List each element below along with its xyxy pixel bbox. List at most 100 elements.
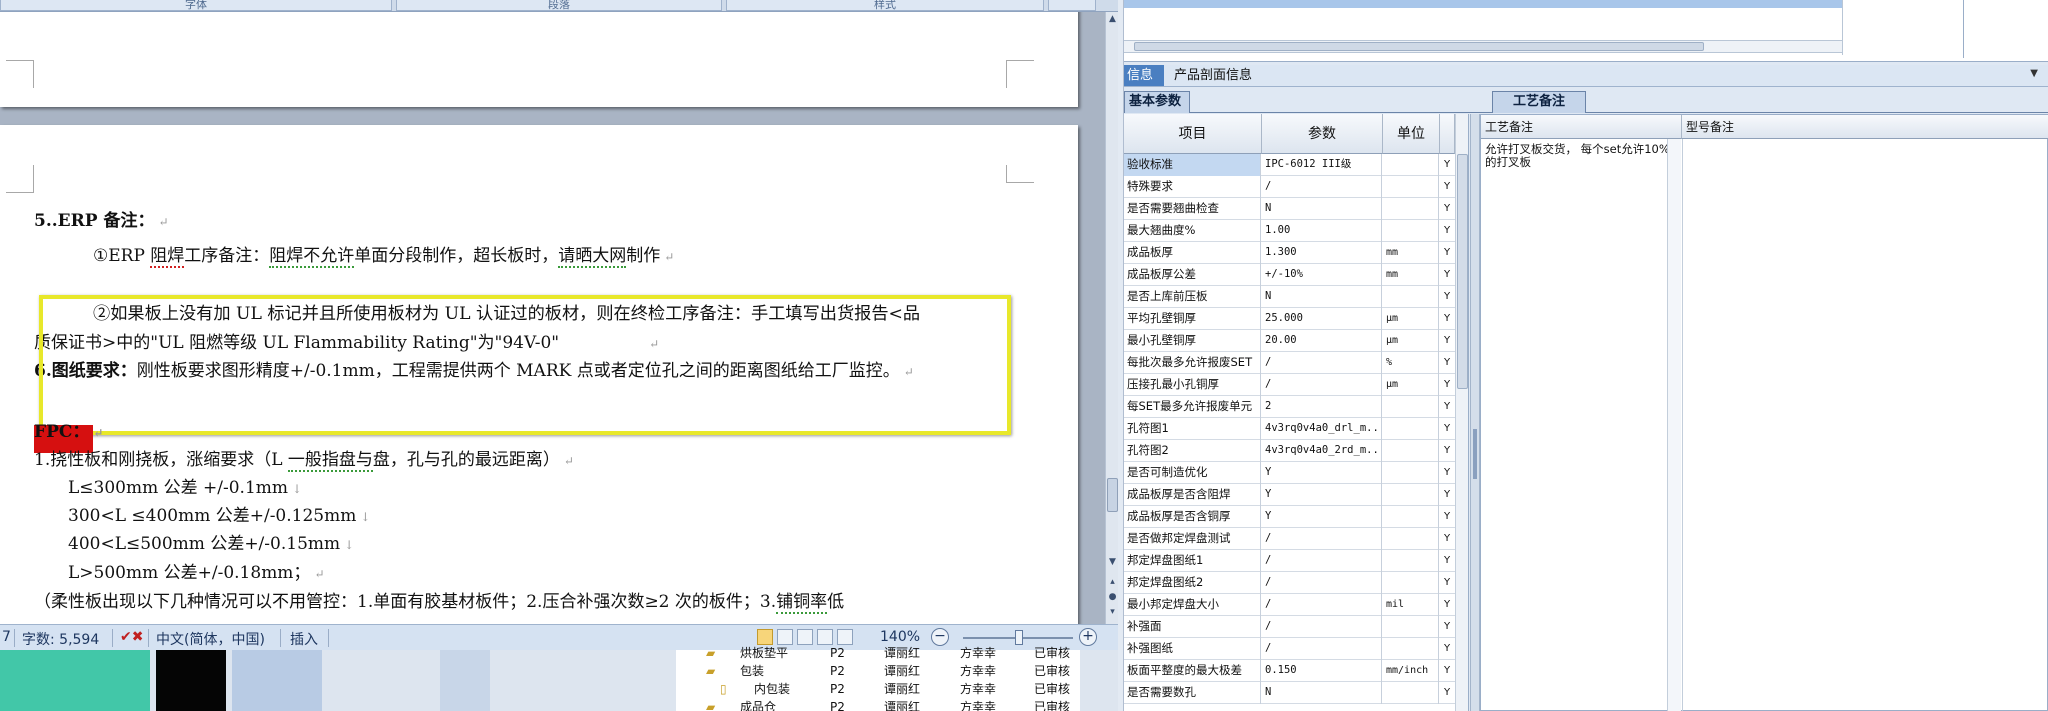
grid-cell-flag[interactable]: Y [1440, 462, 1454, 484]
tab-basic-params[interactable]: 基本参数 [1124, 91, 1190, 113]
grid-cell-unit[interactable] [1383, 682, 1439, 704]
grid-row[interactable]: 补强面 / Y [1124, 616, 1468, 638]
grid-cell-value[interactable]: N [1262, 682, 1382, 704]
tab-info[interactable]: 信息 [1124, 65, 1164, 86]
grid-cell-unit[interactable] [1383, 286, 1439, 308]
grid-row[interactable]: 是否可制造优化 Y Y [1124, 462, 1468, 484]
grid-cell-value[interactable]: IPC-6012 III级 [1262, 154, 1382, 176]
grid-cell-unit[interactable] [1383, 462, 1439, 484]
grid-cell-unit[interactable]: mm [1383, 242, 1439, 264]
grid-cell-item[interactable]: 最大翘曲度% [1124, 220, 1261, 242]
grid-cell-value[interactable]: +/-10% [1262, 264, 1382, 286]
vertical-scrollbar[interactable]: ▲ ▼ ▴ ● ▾ [1105, 12, 1118, 624]
grid-row[interactable]: 是否做邦定焊盘测试 / Y [1124, 528, 1468, 550]
grid-cell-flag[interactable]: Y [1440, 264, 1454, 286]
panel-splitter[interactable] [1470, 114, 1480, 711]
grid-row[interactable]: 孔符图2 4v3rq0v4a0_2rd_m... Y [1124, 440, 1468, 462]
grid-cell-unit[interactable] [1383, 418, 1439, 440]
grid-row[interactable]: 是否需要数孔 N Y [1124, 682, 1468, 704]
grid-cell-unit[interactable]: mm/inch [1383, 660, 1439, 682]
status-page[interactable]: 7 [2, 629, 11, 645]
status-insert-mode[interactable]: 插入 [290, 629, 318, 649]
grid-cell-unit[interactable] [1383, 506, 1439, 528]
grid-cell-flag[interactable]: Y [1440, 176, 1454, 198]
grid-row[interactable]: 每批次最多允许报废SET /% Y [1124, 352, 1468, 374]
scroll-up-icon[interactable]: ▲ [1107, 14, 1118, 25]
grid-cell-flag[interactable]: Y [1440, 506, 1454, 528]
scroll-thumb[interactable] [1457, 154, 1468, 389]
grid-cell-item[interactable]: 每SET最多允许报废单元 [1124, 396, 1261, 418]
grid-cell-value[interactable]: / [1262, 594, 1382, 616]
draft-view-icon[interactable] [837, 629, 853, 645]
grid-row[interactable]: 是否上库前压板 N Y [1124, 286, 1468, 308]
grid-cell-unit[interactable]: mil [1383, 594, 1439, 616]
select-browse-icon[interactable]: ● [1107, 592, 1118, 603]
grid-cell-item[interactable]: 最小孔壁铜厚 [1124, 330, 1261, 352]
grid-cell-value[interactable]: / [1262, 616, 1382, 638]
notes-header-process[interactable]: 工艺备注 [1481, 115, 1682, 139]
grid-cell-item[interactable]: 成品板厚是否含阻焊 [1124, 484, 1261, 506]
grid-cell-unit[interactable] [1383, 616, 1439, 638]
grid-cell-flag[interactable]: Y [1440, 352, 1454, 374]
grid-row[interactable]: 补强图纸 / Y [1124, 638, 1468, 660]
tab-product-profile[interactable]: 产品剖面信息 [1174, 65, 1252, 86]
grid-cell-unit[interactable]: μm [1383, 374, 1439, 396]
grid-cell-item[interactable]: 平均孔壁铜厚 [1124, 308, 1261, 330]
notes-header-model[interactable]: 型号备注 [1682, 115, 2048, 139]
grid-cell-value[interactable]: / [1262, 572, 1382, 594]
grid-cell-unit[interactable] [1383, 154, 1439, 176]
grid-row[interactable]: 平均孔壁铜厚 25.000 μm Y [1124, 308, 1468, 330]
next-page-icon[interactable]: ▾ [1107, 607, 1118, 618]
full-screen-reading-icon[interactable] [777, 629, 793, 645]
grid-cell-flag[interactable]: Y [1440, 396, 1454, 418]
grid-cell-unit[interactable] [1383, 440, 1439, 462]
grid-cell-item[interactable]: 最小邦定焊盘大小 [1124, 594, 1261, 616]
ribbon-group-styles[interactable]: 样式 [726, 0, 1044, 11]
horizontal-scrollbar[interactable] [1123, 40, 1843, 53]
grid-row[interactable]: 板面平整度的最大极差 0.150 mm/inch Y [1124, 660, 1468, 682]
grid-row[interactable]: 验收标准 IPC-6012 III级 Y [1124, 154, 1468, 176]
dropdown-arrow-icon[interactable]: ▼ [2030, 68, 2038, 79]
grid-row[interactable]: 特殊要求 / Y [1124, 176, 1468, 198]
grid-cell-flag[interactable]: Y [1440, 484, 1454, 506]
grid-cell-item[interactable]: 成品板厚是否含铜厚 [1124, 506, 1261, 528]
grid-cell-flag[interactable]: Y [1440, 154, 1454, 176]
grid-row[interactable]: 邦定焊盘图纸1/ Y [1124, 550, 1468, 572]
grid-cell-value[interactable]: 4v3rq0v4a0_2rd_m... [1262, 440, 1382, 462]
grid-cell-item[interactable]: 验收标准 [1124, 154, 1261, 176]
grid-cell-value[interactable]: N [1262, 286, 1382, 308]
grid-cell-item[interactable]: 压接孔最小孔铜厚 [1124, 374, 1261, 396]
grid-cell-item[interactable]: 是否可制造优化 [1124, 462, 1261, 484]
grid-cell-item[interactable]: 成品板厚公差 [1124, 264, 1261, 286]
grid-cell-unit[interactable] [1383, 572, 1439, 594]
grid-cell-unit[interactable]: mm [1383, 264, 1439, 286]
grid-cell-flag[interactable]: Y [1440, 682, 1454, 704]
grid-cell-unit[interactable] [1383, 528, 1439, 550]
tab-process-notes[interactable]: 工艺备注 [1492, 91, 1586, 113]
grid-cell-value[interactable]: 20.00 [1262, 330, 1382, 352]
grid-row[interactable]: 成品板厚 1.300 mm Y [1124, 242, 1468, 264]
grid-cell-value[interactable]: Y [1262, 506, 1382, 528]
grid-cell-item[interactable]: 是否上库前压板 [1124, 286, 1261, 308]
grid-scrollbar[interactable] [1455, 114, 1468, 711]
grid-cell-item[interactable]: 是否需要翘曲检查 [1124, 198, 1261, 220]
grid-header-unit[interactable]: 单位 [1383, 114, 1440, 154]
grid-cell-unit[interactable]: % [1383, 352, 1439, 374]
scroll-thumb[interactable] [1107, 478, 1118, 512]
grid-cell-value[interactable]: 25.000 [1262, 308, 1382, 330]
print-layout-icon[interactable] [757, 629, 773, 645]
process-note-text[interactable]: 允许打叉板交货， 每个set允许10%的打叉板 [1485, 143, 1670, 169]
grid-cell-value[interactable]: 1.300 [1262, 242, 1382, 264]
grid-cell-flag[interactable]: Y [1440, 550, 1454, 572]
grid-cell-flag[interactable]: Y [1440, 286, 1454, 308]
notes-scrollbar[interactable] [1667, 139, 1681, 711]
web-layout-icon[interactable] [797, 629, 813, 645]
ribbon-group-more[interactable] [1048, 0, 1096, 11]
grid-header-item[interactable]: 项目 [1124, 114, 1262, 154]
grid-cell-unit[interactable] [1383, 638, 1439, 660]
grid-row[interactable]: 是否需要翘曲检查 N Y [1124, 198, 1468, 220]
splitter-handle[interactable] [1473, 429, 1477, 479]
ribbon-group-paragraph[interactable]: 段落 [396, 0, 722, 11]
grid-cell-flag[interactable]: Y [1440, 220, 1454, 242]
grid-cell-value[interactable]: / [1262, 550, 1382, 572]
